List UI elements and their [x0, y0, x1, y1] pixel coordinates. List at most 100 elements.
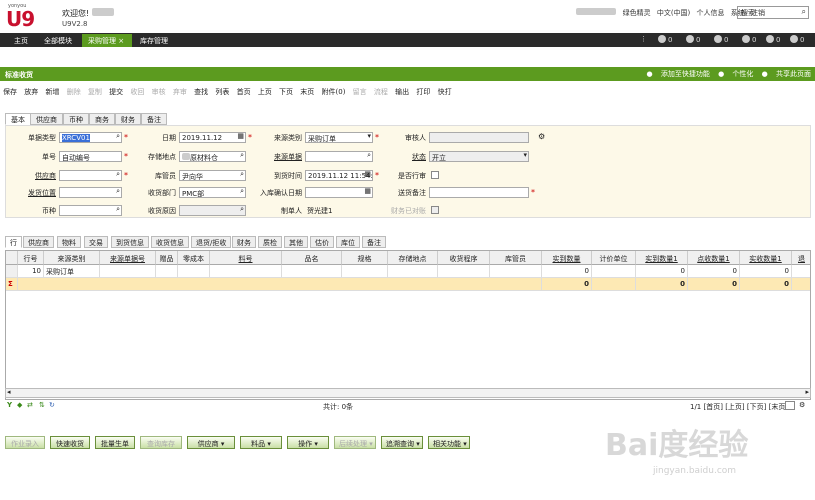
toolbar-list-button[interactable]: 列表: [213, 87, 231, 97]
tab-supplier[interactable]: 供应商: [30, 113, 63, 125]
trace-query-menu-button[interactable]: 追溯查询 ▾: [381, 436, 423, 449]
toolbar-workflow-button[interactable]: 流程: [372, 87, 390, 97]
tab-grid-finance[interactable]: 财务: [232, 236, 256, 248]
next-page-link[interactable]: [下页]: [747, 403, 766, 411]
col-header[interactable]: 实到数量1: [636, 251, 688, 265]
tab-business[interactable]: 商务: [89, 113, 115, 125]
date-field[interactable]: 2019.11.12 ▦: [179, 132, 246, 143]
search-icon[interactable]: ⌕: [116, 133, 120, 141]
table-cell[interactable]: 0: [636, 265, 688, 278]
tab-grid-other[interactable]: 其他: [284, 236, 308, 248]
column-settings-icon[interactable]: ◆: [17, 401, 22, 409]
scroll-right-icon[interactable]: ▸: [805, 388, 809, 396]
toolbar-copy-button[interactable]: 复制: [86, 87, 104, 97]
toolbar-discard-button[interactable]: 放弃: [22, 87, 40, 97]
receiving-reason-field[interactable]: ⌕: [179, 205, 246, 216]
tab-grid-item[interactable]: 物料: [57, 236, 81, 248]
storage-location-field[interactable]: 原材料仓 ⌕: [179, 151, 246, 162]
job-entry-button[interactable]: 作业录入: [5, 436, 45, 449]
search-icon[interactable]: ⌕: [116, 171, 120, 179]
table-cell[interactable]: 10: [18, 265, 44, 278]
col-header[interactable]: 收货程序: [438, 251, 490, 265]
row-selector[interactable]: [6, 265, 18, 278]
chevron-down-icon[interactable]: ▾: [367, 133, 371, 140]
add-shortcut-link[interactable]: ● 添加至快捷功能: [647, 70, 710, 78]
toolbar-find-button[interactable]: 查找: [192, 87, 210, 97]
tab-grid-arrival-info[interactable]: 到货信息: [111, 236, 149, 248]
table-cell[interactable]: 0: [688, 265, 740, 278]
col-header[interactable]: 退: [792, 251, 810, 265]
query-inventory-button[interactable]: 查询库存: [140, 436, 182, 449]
tab-grid-supplier[interactable]: 供应商: [23, 236, 54, 248]
col-header[interactable]: 来源单据号: [100, 251, 156, 265]
toolbar-next-button[interactable]: 下页: [277, 87, 295, 97]
status-label[interactable]: 状态: [376, 152, 426, 162]
export-icon[interactable]: ⇄: [27, 401, 33, 409]
close-icon[interactable]: ×: [118, 37, 124, 45]
tab-basic[interactable]: 基本: [5, 113, 31, 125]
search-icon[interactable]: ⌕: [802, 7, 806, 17]
col-header[interactable]: 库管员: [490, 251, 542, 265]
top-link-language[interactable]: 中文(中国): [657, 9, 690, 17]
storekeeper-field[interactable]: 尹向华 ⌕: [179, 170, 246, 181]
tab-grid-return-reject[interactable]: 退货/拒收: [191, 236, 232, 248]
col-header[interactable]: 计价单位: [592, 251, 636, 265]
ship-location-field[interactable]: ⌕: [59, 187, 122, 198]
personalize-link[interactable]: ● 个性化: [718, 70, 753, 78]
toolbar-unapprove-button[interactable]: 弃审: [171, 87, 189, 97]
filter-icon[interactable]: Y: [7, 401, 12, 409]
search-icon[interactable]: ⌕: [240, 152, 244, 160]
table-cell[interactable]: [178, 265, 210, 278]
toolbar-approve-button[interactable]: 审核: [150, 87, 168, 97]
status-count-3[interactable]: 0: [714, 35, 728, 44]
toolbar-first-button[interactable]: 首页: [235, 87, 253, 97]
calendar-icon[interactable]: ▦: [364, 188, 371, 195]
calendar-icon[interactable]: ▦: [237, 133, 244, 140]
toolbar-quickprint-button[interactable]: 快打: [436, 87, 454, 97]
tab-finance[interactable]: 财务: [115, 113, 141, 125]
item-menu-button[interactable]: 料品 ▾: [240, 436, 282, 449]
tab-all-modules[interactable]: 全部模块: [38, 34, 78, 47]
doc-type-field[interactable]: XRCV01 ⌕: [59, 132, 122, 143]
source-doc-label[interactable]: 来源单据: [252, 152, 302, 162]
col-header[interactable]: 点收数量1: [688, 251, 740, 265]
tab-grid-inspection[interactable]: 质检: [258, 236, 282, 248]
table-cell[interactable]: [282, 265, 342, 278]
status-count-6[interactable]: 0: [790, 35, 804, 44]
toolbar-prev-button[interactable]: 上页: [256, 87, 274, 97]
currency-field[interactable]: ⌕: [59, 205, 122, 216]
search-icon[interactable]: ⌕: [240, 171, 244, 179]
tab-grid-receiving-info[interactable]: 收货信息: [151, 236, 189, 248]
source-doc-field[interactable]: ⌕: [305, 151, 373, 162]
tab-inventory-management[interactable]: 库存管理: [134, 34, 174, 47]
calendar-icon[interactable]: ▦: [364, 171, 371, 178]
prev-page-link[interactable]: [上页]: [725, 403, 744, 411]
tab-grid-trade[interactable]: 交易: [84, 236, 108, 248]
operation-menu-button[interactable]: 操作 ▾: [287, 436, 329, 449]
col-header[interactable]: 来源类别: [44, 251, 100, 265]
tab-grid-valuation[interactable]: 估价: [310, 236, 334, 248]
table-cell[interactable]: [156, 265, 178, 278]
toolbar-withdraw-button[interactable]: 收回: [128, 87, 146, 97]
search-icon[interactable]: ⌕: [116, 188, 120, 196]
col-header[interactable]: 零成本: [178, 251, 210, 265]
delivery-note-field[interactable]: [429, 187, 529, 198]
settings-icon[interactable]: ⚙: [538, 132, 545, 141]
search-icon[interactable]: ⌕: [240, 188, 244, 196]
supplier-field[interactable]: ⌕: [59, 170, 122, 181]
toolbar-output-button[interactable]: 输出: [393, 87, 411, 97]
table-cell[interactable]: 0: [542, 265, 592, 278]
table-cell[interactable]: [342, 265, 388, 278]
col-header[interactable]: 赠品: [156, 251, 178, 265]
tab-grid-bin[interactable]: 库位: [336, 236, 360, 248]
table-cell[interactable]: [438, 265, 490, 278]
quick-receive-button[interactable]: 快速收货: [50, 436, 90, 449]
table-cell[interactable]: [592, 265, 636, 278]
col-header[interactable]: 品名: [282, 251, 342, 265]
toolbar-submit-button[interactable]: 提交: [107, 87, 125, 97]
ship-location-label[interactable]: 发货位置: [6, 188, 56, 198]
col-header[interactable]: 存储地点: [388, 251, 438, 265]
tab-home[interactable]: 主页: [8, 34, 34, 47]
status-count-2[interactable]: 0: [686, 35, 700, 44]
table-cell[interactable]: [100, 265, 156, 278]
